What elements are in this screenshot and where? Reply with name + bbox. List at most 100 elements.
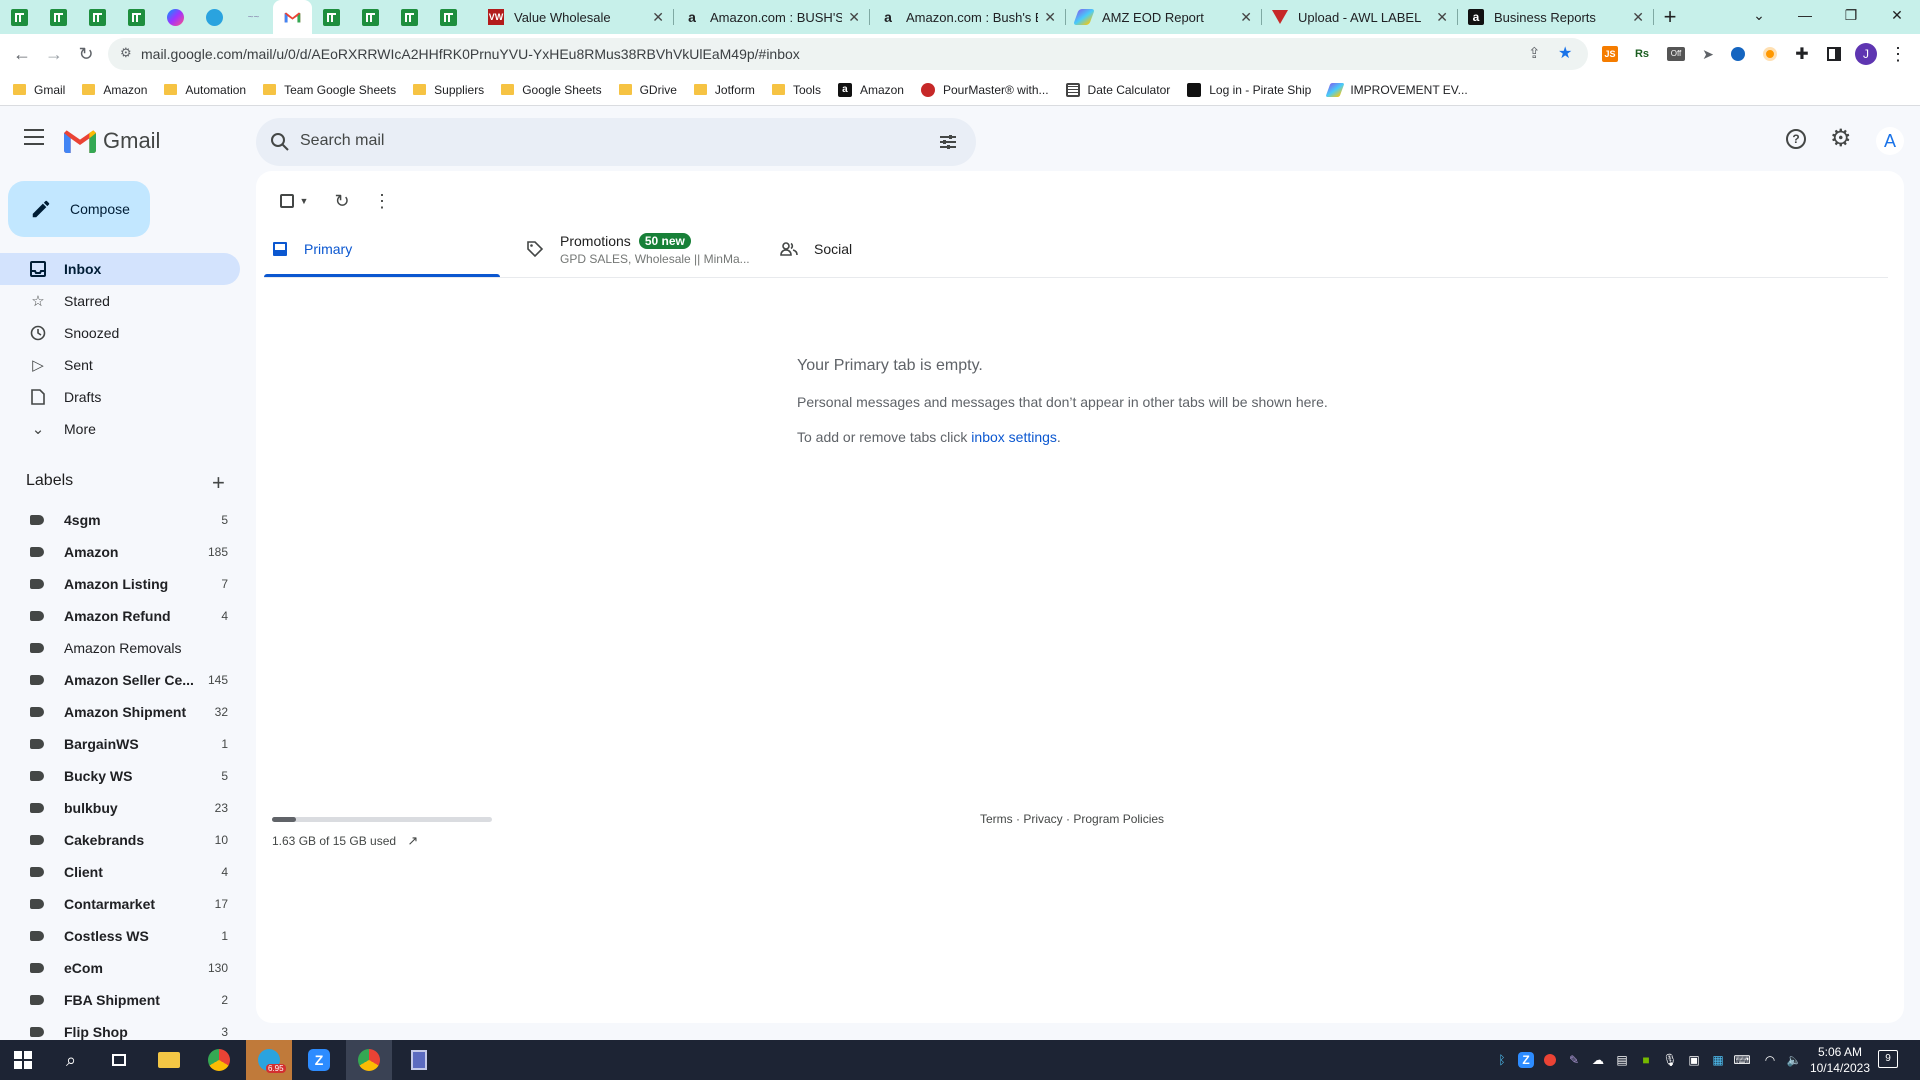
browser-tab[interactable]: a Amazon.com : Bush's Be ✕ <box>870 0 1066 34</box>
search-bar[interactable]: Search mail <box>256 118 976 166</box>
bluetooth-icon[interactable]: ᛒ <box>1494 1052 1510 1068</box>
bookmark-folder[interactable]: Amazon <box>82 83 147 97</box>
extension-rs-icon[interactable]: Rs <box>1630 42 1654 66</box>
close-icon[interactable]: ✕ <box>848 9 860 26</box>
pinned-tab-sheets[interactable] <box>351 0 390 34</box>
label-item[interactable]: bulkbuy 23 <box>0 792 240 824</box>
tab-primary[interactable]: Primary <box>272 221 352 277</box>
wifi-icon[interactable]: ◠ <box>1762 1052 1778 1068</box>
nvidia-icon[interactable]: ■ <box>1638 1052 1654 1068</box>
pinned-tab-sheets[interactable] <box>390 0 429 34</box>
zoom-tray-icon[interactable]: Z <box>1518 1052 1534 1068</box>
microphone-icon[interactable]: 🎙 <box>1662 1052 1678 1068</box>
program-policies-link[interactable]: Program Policies <box>1073 812 1164 826</box>
close-icon[interactable]: ✕ <box>652 9 664 26</box>
close-icon[interactable]: ✕ <box>1044 9 1056 26</box>
zoom-icon[interactable]: Z <box>296 1040 342 1080</box>
bookmark-folder[interactable]: Automation <box>164 83 246 97</box>
bookmark-link[interactable]: Date Calculator <box>1065 82 1170 97</box>
calculator-icon[interactable] <box>396 1040 442 1080</box>
refresh-icon[interactable]: ↻ <box>322 181 362 221</box>
search-input[interactable]: Search mail <box>300 132 384 150</box>
pinned-tab-sheets[interactable] <box>429 0 468 34</box>
close-icon[interactable]: ✕ <box>1436 9 1448 26</box>
label-item[interactable]: Bucky WS 5 <box>0 760 240 792</box>
browser-tab[interactable]: a Business Reports ✕ <box>1458 0 1654 34</box>
help-icon[interactable]: ? <box>1786 129 1806 149</box>
inbox-settings-link[interactable]: inbox settings <box>971 429 1057 445</box>
bookmark-link[interactable]: Log in - Pirate Ship <box>1187 82 1311 97</box>
storage-usage[interactable]: 1.63 GB of 15 GB used ↗ <box>272 833 418 849</box>
telegram-taskbar-icon[interactable]: 6.95 <box>246 1040 292 1080</box>
start-button[interactable] <box>0 1040 46 1080</box>
label-item[interactable]: eCom 130 <box>0 952 240 984</box>
chrome-icon[interactable] <box>196 1040 242 1080</box>
search-icon[interactable] <box>270 132 290 152</box>
bookmark-link[interactable]: IMPROVEMENT EV... <box>1325 82 1468 97</box>
browser-tab[interactable]: Upload - AWL LABEL ✕ <box>1262 0 1458 34</box>
browser-tab[interactable]: a Amazon.com : BUSH'S B ✕ <box>674 0 870 34</box>
search-icon[interactable]: ⌕ <box>48 1040 94 1080</box>
nav-snoozed[interactable]: Snoozed <box>0 317 240 349</box>
nav-starred[interactable]: ☆ Starred <box>0 285 240 317</box>
chrome-profile-icon[interactable] <box>346 1040 392 1080</box>
nav-inbox[interactable]: Inbox <box>0 253 240 285</box>
more-options-icon[interactable]: ⋮ <box>362 181 402 221</box>
pinned-tab-telegram[interactable] <box>195 0 234 34</box>
forward-icon[interactable]: → <box>42 42 66 66</box>
pinned-tab-generic[interactable]: ~~ <box>234 0 273 34</box>
side-panel-icon[interactable] <box>1822 42 1846 66</box>
close-window-button[interactable]: ✕ <box>1874 0 1920 30</box>
bookmark-folder[interactable]: Team Google Sheets <box>263 83 396 97</box>
close-icon[interactable]: ✕ <box>1632 9 1644 26</box>
label-item[interactable]: 4sgm 5 <box>0 504 240 536</box>
address-bar[interactable]: ⚙ mail.google.com/mail/u/0/d/AEoRXRRWIcA… <box>108 38 1588 70</box>
label-item[interactable]: Amazon Shipment 32 <box>0 696 240 728</box>
minimize-button[interactable]: — <box>1782 0 1828 30</box>
extensions-puzzle-icon[interactable]: ✚ <box>1790 42 1814 66</box>
display-tray-icon[interactable]: ▣ <box>1686 1052 1702 1068</box>
nav-sent[interactable]: ▷ Sent <box>0 349 240 381</box>
browser-menu-icon[interactable]: ⋮ <box>1886 42 1910 66</box>
label-item[interactable]: Amazon Listing 7 <box>0 568 240 600</box>
notifications-icon[interactable]: 9 <box>1878 1050 1898 1068</box>
main-menu-icon[interactable] <box>24 129 44 145</box>
account-avatar[interactable]: A <box>1876 127 1904 155</box>
pinned-tab-sheets[interactable] <box>0 0 39 34</box>
bookmark-folder[interactable]: Google Sheets <box>501 83 602 97</box>
site-info-icon[interactable]: ⚙ <box>120 45 132 61</box>
network-device-icon[interactable]: ▦ <box>1710 1052 1726 1068</box>
label-item[interactable]: Amazon Refund 4 <box>0 600 240 632</box>
bookmark-star-icon[interactable]: ★ <box>1558 43 1572 63</box>
gmail-logo-icon[interactable] <box>64 129 96 153</box>
extension-orange-icon[interactable] <box>1758 42 1782 66</box>
privacy-link[interactable]: Privacy <box>1023 812 1062 826</box>
nav-more[interactable]: ⌄ More <box>0 413 240 445</box>
label-item[interactable]: Amazon Removals <box>0 632 240 664</box>
terms-link[interactable]: Terms <box>980 812 1013 826</box>
bookmark-folder[interactable]: GDrive <box>618 83 677 97</box>
pinned-tab-messenger[interactable] <box>156 0 195 34</box>
volume-icon[interactable]: 🔈 <box>1786 1052 1802 1068</box>
system-clock[interactable]: 5:06 AM 10/14/2023 <box>1810 1044 1870 1076</box>
new-tab-button[interactable]: + <box>1654 0 1686 34</box>
open-external-icon[interactable]: ↗ <box>407 833 418 848</box>
add-label-icon[interactable]: + <box>212 470 225 496</box>
device-tray-icon[interactable]: ▤ <box>1614 1052 1630 1068</box>
bookmark-folder[interactable]: Tools <box>771 83 821 97</box>
chrome-tray-icon[interactable] <box>1542 1052 1558 1068</box>
extension-arrow-icon[interactable]: ➤ <box>1696 42 1720 66</box>
pinned-tab-sheets[interactable] <box>39 0 78 34</box>
tab-promotions[interactable]: Promotions 50 new GPD SALES, Wholesale |… <box>526 221 766 277</box>
label-item[interactable]: Contarmarket 17 <box>0 888 240 920</box>
close-icon[interactable]: ✕ <box>1240 9 1252 26</box>
search-options-icon[interactable] <box>938 132 958 152</box>
bookmark-link[interactable]: PourMaster® with... <box>920 82 1049 97</box>
extension-blue-icon[interactable] <box>1726 42 1750 66</box>
restore-button[interactable]: ❐ <box>1828 0 1874 30</box>
label-item[interactable]: Costless WS 1 <box>0 920 240 952</box>
bookmark-folder[interactable]: Gmail <box>13 83 65 97</box>
file-explorer-icon[interactable] <box>146 1040 192 1080</box>
share-icon[interactable]: ⇪ <box>1528 44 1541 62</box>
extension-js-icon[interactable]: JS <box>1598 42 1622 66</box>
